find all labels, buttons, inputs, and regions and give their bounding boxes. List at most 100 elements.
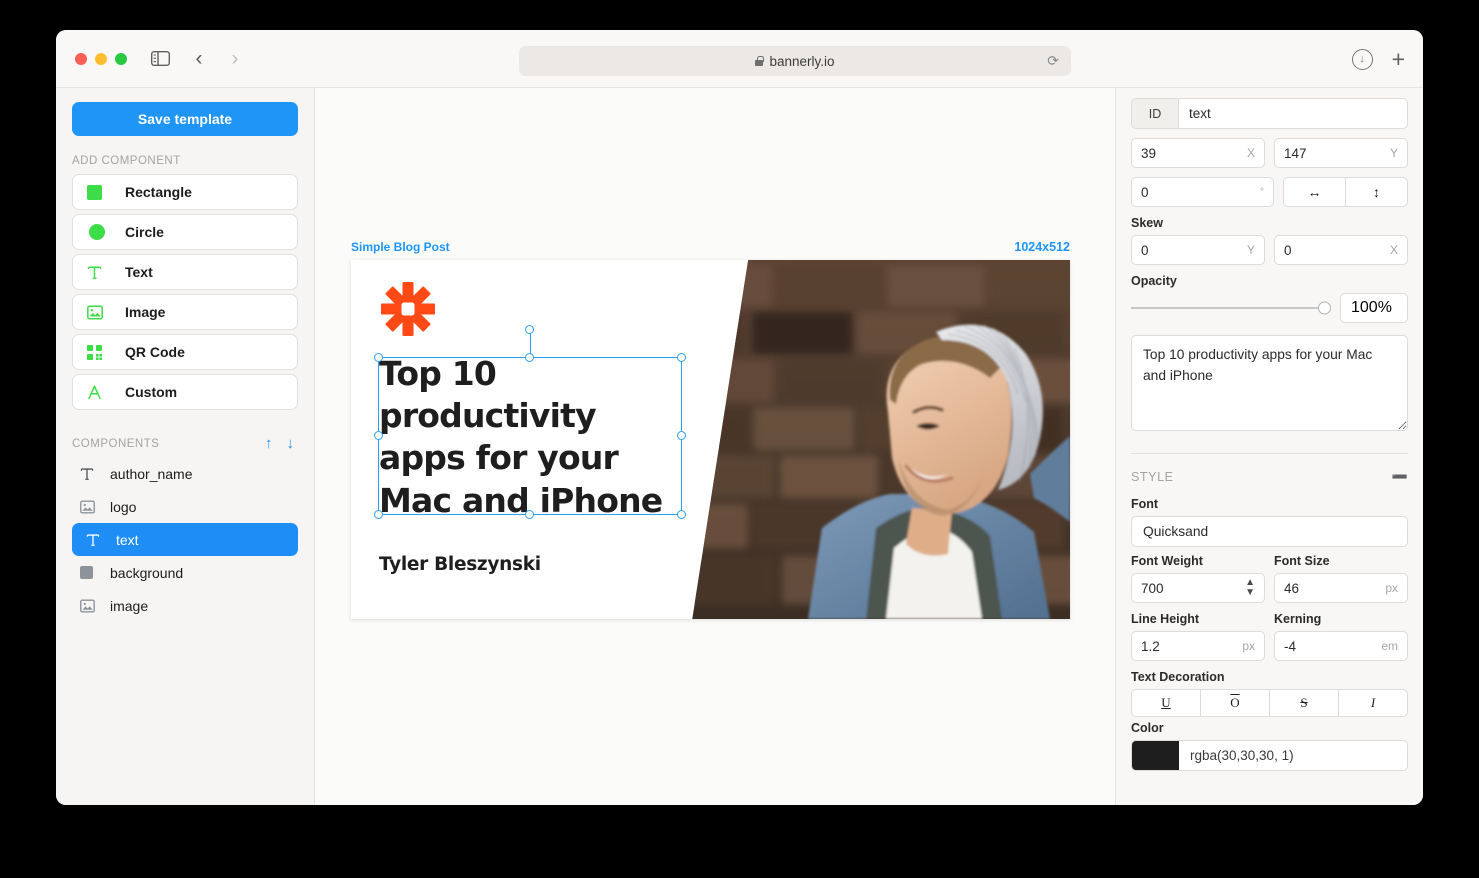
asterisk-logo-icon[interactable] [379,280,437,338]
layer-item-logo[interactable]: logo [72,490,298,523]
components-header: COMPONENTS ↑ ↓ [72,436,298,451]
resize-handle-top-left[interactable] [374,353,383,362]
opacity-slider-thumb[interactable] [1318,301,1331,315]
add-component-custom[interactable]: Custom [72,374,298,410]
x-position-input[interactable]: 39 X [1131,138,1265,168]
id-input[interactable]: text [1179,99,1407,128]
skew-x-unit: X [1389,243,1398,257]
download-icon[interactable]: ↓ [1351,48,1373,70]
color-swatch[interactable] [1132,741,1179,770]
opacity-input[interactable]: 100 % [1340,293,1408,323]
resize-handle-bottom-right[interactable] [677,510,686,519]
skew-x-value: 0 [1284,242,1292,258]
rectangle-icon [80,566,102,579]
underline-button[interactable]: U [1132,690,1200,716]
layer-item-image[interactable]: image [72,589,298,622]
overline-button[interactable]: O [1200,690,1269,716]
arrow-down-icon[interactable]: ↓ [287,436,295,451]
add-component-circle[interactable]: Circle [72,214,298,250]
reload-icon[interactable]: ⟳ [1047,53,1059,70]
components-heading: COMPONENTS [72,437,160,450]
add-component-label: QR Code [125,344,185,360]
layer-item-background[interactable]: background [72,556,298,589]
text-icon [80,467,102,481]
add-component-text[interactable]: Text [72,254,298,290]
color-label: Color [1131,721,1164,735]
italic-button[interactable]: I [1338,690,1407,716]
kerning-unit: em [1381,639,1398,653]
skew-x-input[interactable]: 0 X [1274,235,1408,265]
font-size-value: 46 [1284,580,1300,596]
layer-item-text[interactable]: text [72,523,298,556]
skew-y-input[interactable]: 0 Y [1131,235,1265,265]
section-divider [1131,453,1408,454]
add-component-qrcode[interactable]: QR Code [72,334,298,370]
banner-artboard[interactable]: Top 10 productivity apps for your Mac an… [351,260,1070,619]
address-bar[interactable]: bannerly.io ⟳ [519,46,1071,76]
custom-icon [87,385,113,400]
line-height-label: Line Height [1131,612,1200,626]
text-content-textarea[interactable] [1131,335,1408,431]
stepper-icon[interactable]: ▲ ▼ [1245,578,1255,598]
back-button[interactable]: ‹ [187,46,211,72]
resize-handle-top-center[interactable] [525,353,534,362]
resize-handle-middle-left[interactable] [374,431,383,440]
y-unit: Y [1389,146,1398,160]
line-height-input[interactable]: 1.2 px [1131,631,1265,661]
font-family-input[interactable]: Quicksand [1131,516,1408,547]
opacity-label: Opacity [1131,274,1177,288]
add-component-heading: ADD COMPONENT [72,155,181,167]
maximize-window-button[interactable] [115,52,127,65]
plus-icon[interactable]: + [1392,47,1405,71]
forward-button[interactable]: › [223,46,247,72]
save-template-button[interactable]: Save template [72,102,298,136]
browser-window: ‹ › bannerly.io ⟳ ↓ + Save template ADD … [56,30,1423,805]
lineheight-kerning-labels: Line Height Kerning [1131,612,1408,626]
resize-handle-middle-right[interactable] [677,431,686,440]
image-icon [80,599,102,613]
add-component-label: Image [125,304,166,320]
position-row: 39 X 147 Y [1131,138,1408,168]
resize-handle-bottom-left[interactable] [374,510,383,519]
add-component-image[interactable]: Image [72,294,298,330]
rotation-input[interactable]: 0 ° [1131,177,1274,207]
banner-author-text[interactable]: Tyler Bleszynski [379,554,541,575]
arrow-up-icon[interactable]: ↑ [265,436,273,451]
text-icon [86,533,108,547]
banner-photo[interactable] [692,260,1070,619]
layer-item-author-name[interactable]: author_name [72,457,298,490]
resize-handle-bottom-center[interactable] [525,510,534,519]
style-section-header[interactable]: STYLE ➖ [1131,469,1408,485]
selection-bounding-box[interactable] [374,325,686,519]
font-size-input[interactable]: 46 px [1274,573,1408,603]
y-value: 147 [1284,145,1307,161]
flip-vertical-icon[interactable]: ↕ [1345,178,1407,206]
qrcode-icon [87,344,113,360]
navigation-arrows: ‹ › [187,46,247,72]
opacity-slider[interactable] [1131,301,1331,315]
font-size-unit: px [1385,581,1398,595]
chevron-down-icon[interactable]: ➖ [1392,469,1408,485]
add-component-label: Circle [125,224,164,240]
opacity-value: 100 [1351,299,1378,316]
minimize-window-button[interactable] [95,52,107,65]
add-component-rectangle[interactable]: Rectangle [72,174,298,210]
kerning-input[interactable]: -4 em [1274,631,1408,661]
font-weight-select[interactable]: 700 ▲ ▼ [1131,573,1265,603]
sidebar-toggle-icon[interactable] [147,46,173,72]
rotation-value: 0 [1141,184,1149,200]
color-value-input[interactable]: rgba(30,30,30, 1) [1179,741,1407,770]
url-text: bannerly.io [769,53,835,69]
y-position-input[interactable]: 147 Y [1274,138,1408,168]
id-field-row[interactable]: ID text [1131,98,1408,129]
close-window-button[interactable] [75,52,87,65]
rotate-handle[interactable] [525,325,534,334]
editor-canvas[interactable]: Simple Blog Post 1024x512 Top 10 product… [315,88,1116,805]
font-size-label: Font Size [1274,554,1330,568]
skew-row: 0 Y 0 X [1131,235,1408,265]
rectangle-icon [87,184,113,200]
strikethrough-button[interactable]: S [1269,690,1338,716]
resize-handle-top-right[interactable] [677,353,686,362]
text-decoration-buttons: U O S I [1131,689,1408,717]
flip-horizontal-icon[interactable]: ↔ [1284,178,1345,206]
